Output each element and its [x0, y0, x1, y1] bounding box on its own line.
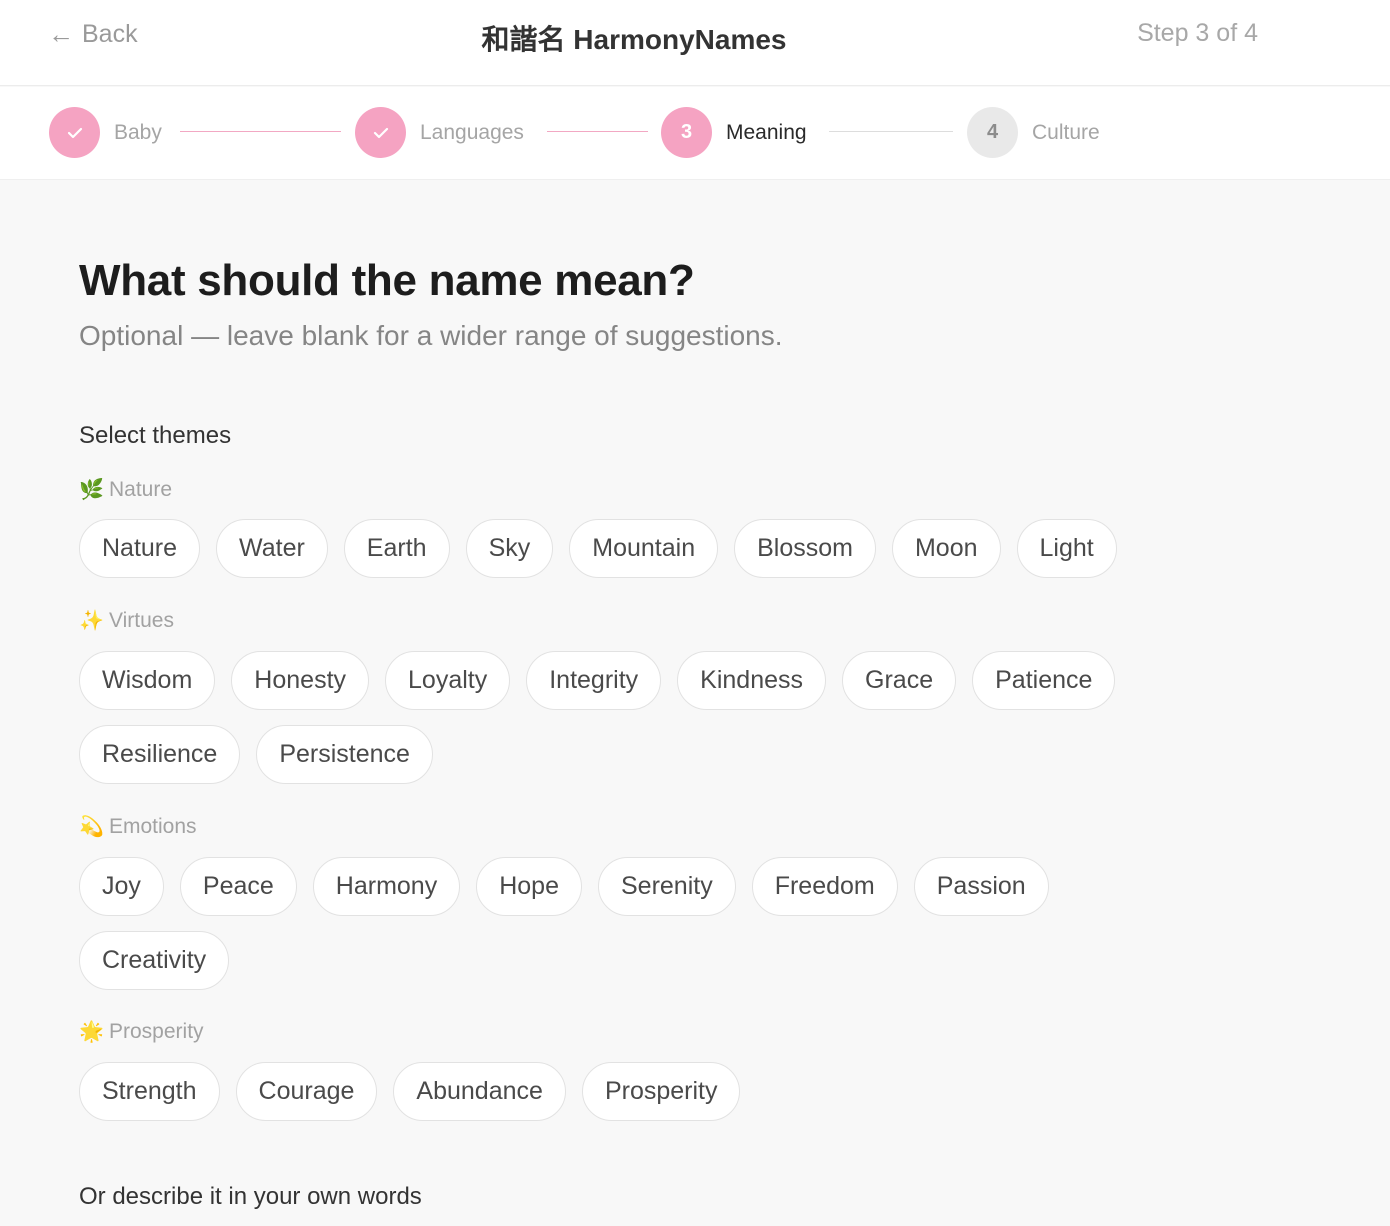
page-title: What should the name mean?	[79, 256, 695, 305]
own-words-title: Or describe it in your own words	[79, 1183, 422, 1210]
step-meaning[interactable]: 3 Meaning	[661, 107, 807, 158]
top-bar: ← Back 和諧名 HarmonyNames Step 3 of 4	[0, 0, 1390, 86]
theme-chip[interactable]: Creativity	[79, 931, 230, 990]
theme-chip[interactable]: Blossom	[734, 519, 876, 578]
theme-chip[interactable]: Light	[1016, 519, 1117, 578]
group-label-text: Nature	[109, 477, 173, 501]
group-label-text: Virtues	[109, 608, 174, 632]
step-label: Baby	[114, 120, 162, 144]
step-culture[interactable]: 4 Culture	[967, 107, 1100, 158]
group-label-emotions: 💫 Emotions	[79, 814, 197, 839]
theme-chip[interactable]: Integrity	[526, 651, 662, 710]
step-connector	[829, 131, 953, 132]
theme-chip[interactable]: Serenity	[597, 857, 736, 916]
step-label: Culture	[1032, 120, 1100, 144]
group-label-nature: 🌿 Nature	[79, 477, 172, 502]
glowing-star-icon: 🌟	[79, 1021, 104, 1043]
step-number: 3	[661, 107, 712, 158]
theme-chip[interactable]: Wisdom	[79, 651, 216, 710]
theme-chip[interactable]: Moon	[891, 519, 1001, 578]
step-label: Meaning	[726, 120, 807, 144]
theme-chip[interactable]: Earth	[343, 519, 450, 578]
theme-chip[interactable]: Peace	[179, 857, 297, 916]
theme-chip[interactable]: Loyalty	[385, 651, 511, 710]
group-label-prosperity: 🌟 Prosperity	[79, 1019, 204, 1044]
theme-chip[interactable]: Freedom	[751, 857, 898, 916]
theme-chip[interactable]: Honesty	[231, 651, 370, 710]
theme-chip[interactable]: Hope	[476, 857, 582, 916]
chip-row-emotions: Joy Peace Harmony Hope Serenity Freedom …	[79, 857, 1049, 916]
group-label-text: Emotions	[109, 814, 197, 838]
theme-chip[interactable]: Joy	[79, 857, 164, 916]
chip-row-nature: Nature Water Earth Sky Mountain Blossom …	[79, 519, 1117, 578]
progress-stepper: Baby Languages 3 Meaning 4 Culture	[0, 87, 1390, 180]
group-label-text: Prosperity	[109, 1019, 204, 1043]
dizzy-star-icon: 💫	[79, 816, 104, 838]
theme-chip[interactable]: Grace	[842, 651, 957, 710]
theme-chip[interactable]: Persistence	[256, 725, 433, 784]
step-number: 4	[967, 107, 1018, 158]
sparkles-icon: ✨	[79, 610, 104, 632]
theme-chip[interactable]: Harmony	[312, 857, 461, 916]
step-languages[interactable]: Languages	[355, 107, 524, 158]
theme-chip[interactable]: Strength	[79, 1062, 220, 1121]
theme-chip[interactable]: Water	[216, 519, 328, 578]
chip-row-virtues-2: Resilience Persistence	[79, 725, 433, 784]
theme-chip[interactable]: Kindness	[677, 651, 827, 710]
theme-chip[interactable]: Prosperity	[581, 1062, 741, 1121]
theme-chip[interactable]: Patience	[972, 651, 1116, 710]
chip-row-prosperity: Strength Courage Abundance Prosperity	[79, 1062, 741, 1121]
check-icon	[49, 107, 100, 158]
theme-chip[interactable]: Abundance	[393, 1062, 566, 1121]
theme-chip[interactable]: Resilience	[79, 725, 241, 784]
herb-icon: 🌿	[79, 479, 104, 501]
step-baby[interactable]: Baby	[49, 107, 162, 158]
theme-chip[interactable]: Nature	[79, 519, 201, 578]
chip-row-virtues: Wisdom Honesty Loyalty Integrity Kindnes…	[79, 651, 1116, 710]
theme-chip[interactable]: Courage	[235, 1062, 378, 1121]
theme-chip[interactable]: Passion	[913, 857, 1049, 916]
step-label: Languages	[420, 120, 524, 144]
check-icon	[355, 107, 406, 158]
group-label-virtues: ✨ Virtues	[79, 608, 174, 633]
theme-chip[interactable]: Mountain	[569, 519, 719, 578]
theme-chip[interactable]: Sky	[465, 519, 554, 578]
step-connector	[180, 131, 341, 132]
page-subtitle: Optional — leave blank for a wider range…	[79, 320, 783, 351]
step-counter: Step 3 of 4	[1137, 19, 1258, 47]
app-title: 和諧名 HarmonyNames	[481, 24, 787, 55]
chip-row-emotions-2: Creativity	[79, 931, 230, 990]
step-connector	[547, 131, 648, 132]
section-title: Select themes	[79, 422, 232, 449]
